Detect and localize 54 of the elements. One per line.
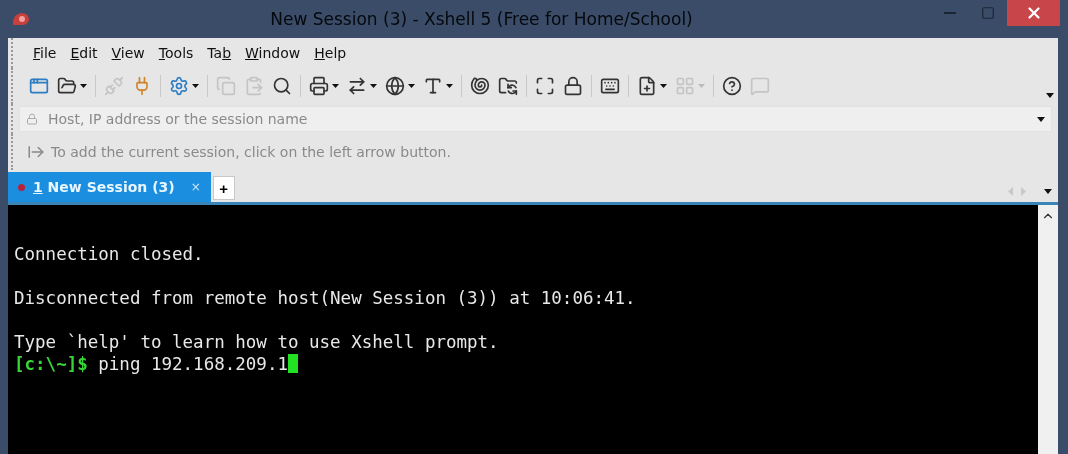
paste-icon — [244, 76, 264, 96]
folder-icon — [57, 76, 77, 96]
cursor — [287, 354, 298, 373]
file-plus-icon — [637, 76, 657, 96]
caret-icon — [192, 84, 199, 88]
copy-icon — [216, 76, 236, 96]
tab-list-caret-icon[interactable] — [1044, 189, 1052, 194]
menu-item[interactable]: View — [105, 45, 151, 61]
maximize-icon — [981, 6, 995, 20]
terminal-command: ping 192.168.209.1 — [97, 354, 288, 374]
menu-item[interactable]: Tab — [201, 45, 238, 61]
folder-sync-icon — [498, 76, 518, 96]
lock-icon — [563, 76, 583, 96]
overflow-caret-icon[interactable] — [1046, 93, 1054, 98]
menu-item[interactable]: File — [27, 45, 63, 61]
info-text: To add the current session, click on the left arrow button. — [51, 144, 451, 160]
minimize-icon — [944, 12, 956, 14]
terminal-line: Connection closed. — [14, 243, 205, 265]
caret-icon[interactable] — [1037, 116, 1045, 122]
caret-icon — [332, 84, 339, 88]
caret-icon — [446, 84, 453, 88]
caret-icon — [698, 84, 705, 88]
fullscreen-icon — [535, 76, 555, 96]
menu-item[interactable]: Edit — [64, 45, 104, 61]
comment-icon — [750, 76, 770, 96]
font-icon — [423, 76, 443, 96]
caret-icon — [408, 84, 415, 88]
settings-icon — [169, 76, 189, 96]
lock-icon — [26, 113, 38, 125]
transfer-icon — [347, 76, 367, 96]
shell-icon — [470, 76, 490, 96]
caret-icon — [80, 84, 87, 88]
printer-icon — [309, 76, 329, 96]
new-tab-button[interactable]: + — [212, 176, 235, 200]
help-icon — [722, 76, 742, 96]
globe-icon — [385, 76, 405, 96]
terminal-prompt: [c:\~]$ — [14, 354, 88, 374]
menu-item[interactable]: Help — [308, 45, 353, 61]
caret-icon — [370, 84, 377, 88]
keyboard-icon — [600, 76, 620, 96]
window-title: New Session (3) - Xshell 5 (Free for Home/School) — [269, 9, 694, 29]
scrollbar[interactable] — [1038, 205, 1058, 454]
address-bar[interactable]: Host, IP address or the session name — [19, 106, 1052, 132]
search-icon — [272, 76, 292, 96]
menu-item[interactable]: Window — [239, 45, 307, 61]
unplug-icon — [104, 76, 124, 96]
close-button[interactable] — [1007, 0, 1060, 26]
terminal-line: Disconnected from remote host(New Session (3)) at 10:06:41. — [14, 287, 637, 309]
menu-item[interactable]: Tools — [152, 45, 200, 61]
address-input[interactable]: Host, IP address or the session name — [46, 110, 1029, 128]
new-session-icon — [29, 76, 49, 96]
terminal-line: Type `help' to learn how to use Xshell prompt. — [14, 331, 500, 353]
grid-icon — [675, 76, 695, 96]
caret-icon — [660, 84, 667, 88]
